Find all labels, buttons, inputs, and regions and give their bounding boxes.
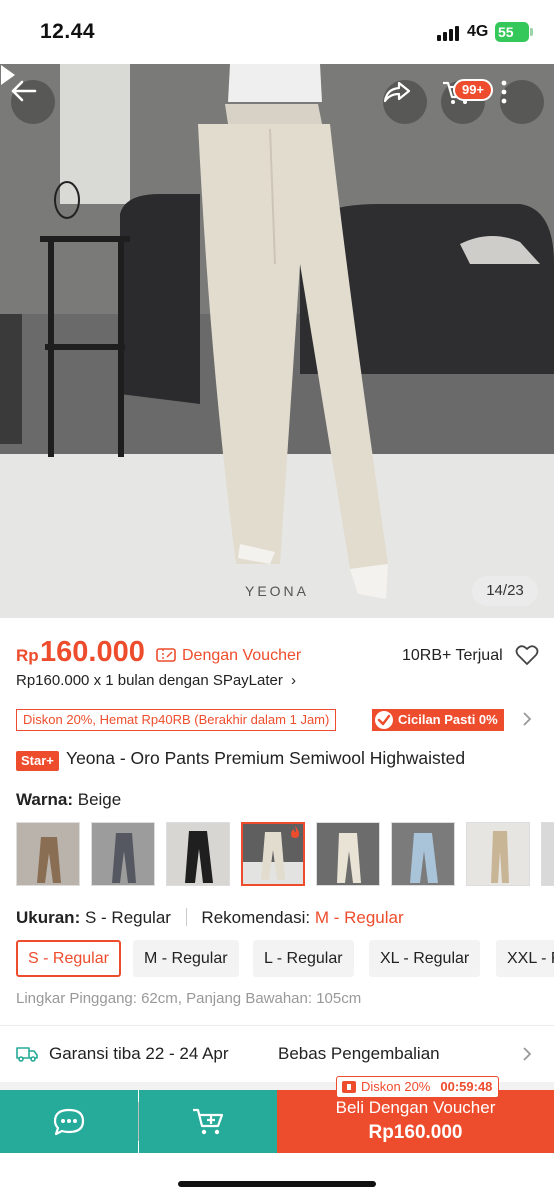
color-swatch[interactable] xyxy=(91,822,155,886)
status-bar: 12.44 4G 55 xyxy=(0,0,554,64)
promo-row[interactable]: Diskon 20%, Hemat Rp40RB (Berakhir dalam… xyxy=(16,709,540,731)
buy-button-price: Rp160.000 xyxy=(368,1122,463,1143)
size-option-selected[interactable]: S - Regular xyxy=(16,940,121,977)
add-cart-icon xyxy=(193,1108,224,1134)
price-currency: Rp xyxy=(16,646,39,665)
ticket-icon xyxy=(342,1081,356,1093)
home-indicator xyxy=(178,1181,376,1187)
more-options-button[interactable] xyxy=(500,80,544,124)
size-label: Ukuran: xyxy=(16,908,81,927)
chat-icon xyxy=(53,1108,85,1135)
share-button[interactable] xyxy=(383,80,427,124)
free-returns: Bebas Pengembalian xyxy=(278,1044,440,1063)
signal-icon xyxy=(437,25,463,41)
color-selected-value: Beige xyxy=(77,790,122,809)
share-icon xyxy=(383,81,411,103)
color-swatches xyxy=(16,822,554,888)
clock: 12.44 xyxy=(40,20,96,43)
price-amount: 160.000 xyxy=(40,636,145,668)
voucher-icon xyxy=(156,648,176,662)
color-swatch-selected[interactable] xyxy=(241,822,305,886)
sold-count: 10RB+ Terjual xyxy=(402,647,503,664)
color-swatch[interactable] xyxy=(391,822,455,886)
color-swatch[interactable] xyxy=(166,822,230,886)
size-option[interactable]: XXL - Regular xyxy=(496,940,554,977)
color-swatch[interactable] xyxy=(316,822,380,886)
more-vertical-icon xyxy=(501,80,507,104)
shipping-row[interactable]: Garansi tiba 22 - 24 Apr Bebas Pengembal… xyxy=(16,1042,540,1068)
chevron-right-icon xyxy=(523,712,532,726)
color-swatch[interactable] xyxy=(466,822,530,886)
countdown-timer: 00:59:48 xyxy=(440,1079,493,1094)
size-option[interactable]: L - Regular xyxy=(253,940,354,977)
product-image[interactable]: YEONA 14/23 xyxy=(0,64,554,618)
divider xyxy=(0,1025,554,1026)
size-options: S - Regular M - Regular L - Regular XL -… xyxy=(16,940,554,978)
recommendation-label: Rekomendasi: xyxy=(201,908,311,927)
discount-countdown: Diskon 20% 00:59:48 xyxy=(336,1076,500,1098)
cart-count-badge: 99+ xyxy=(453,79,493,101)
truck-icon xyxy=(16,1047,38,1062)
color-label-text: Warna: xyxy=(16,790,73,809)
size-selected-value: S - Regular xyxy=(84,908,171,927)
check-badge-icon xyxy=(375,711,393,729)
color-label: Warna: Beige xyxy=(16,790,121,810)
bottom-action-bar: Beli Dengan Voucher Rp160.000 xyxy=(0,1090,554,1153)
product-title: Yeona - Oro Pants Premium Semiwool Highw… xyxy=(66,748,466,768)
installment-tag: Cicilan Pasti 0% xyxy=(372,709,504,731)
flame-icon xyxy=(291,826,299,838)
size-option[interactable]: M - Regular xyxy=(133,940,239,977)
paylater-text: Rp160.000 x 1 bulan dengan SPayLater xyxy=(16,672,283,689)
installment-label: Cicilan Pasti 0% xyxy=(398,712,498,727)
battery-icon: 55 xyxy=(495,22,533,42)
size-option[interactable]: XL - Regular xyxy=(369,940,481,977)
paylater-info[interactable]: Rp160.000 x 1 bulan dengan SPayLater › xyxy=(16,672,296,689)
image-counter: 14/23 xyxy=(472,576,538,606)
discount-tag: Diskon 20%, Hemat Rp40RB (Berakhir dalam… xyxy=(16,709,337,731)
battery-level: 55 xyxy=(498,24,514,40)
brand-watermark: YEONA xyxy=(244,583,309,599)
chevron-right-icon xyxy=(523,1047,532,1061)
size-measurement: Lingkar Pinggang: 62cm, Panjang Bawahan:… xyxy=(16,990,362,1007)
divider xyxy=(185,908,187,926)
buy-with-voucher-button[interactable]: Beli Dengan Voucher Rp160.000 xyxy=(277,1090,554,1153)
chat-button[interactable] xyxy=(0,1090,138,1153)
size-label-row: Ukuran: S - Regular Rekomendasi: M - Reg… xyxy=(16,908,404,928)
chevron-right-icon: › xyxy=(291,672,297,689)
product-photo xyxy=(0,64,554,618)
price-row: Rp 160.000 Dengan Voucher 10RB+ Terjual xyxy=(16,636,540,672)
voucher-label[interactable]: Dengan Voucher xyxy=(182,647,301,665)
play-icon[interactable] xyxy=(0,64,16,86)
buy-button-label: Beli Dengan Voucher xyxy=(335,1098,496,1117)
recommendation-value: M - Regular xyxy=(314,908,404,927)
color-swatch[interactable] xyxy=(541,822,554,886)
color-swatch[interactable] xyxy=(16,822,80,886)
delivery-guarantee: Garansi tiba 22 - 24 Apr xyxy=(49,1044,229,1063)
back-button[interactable] xyxy=(11,80,55,124)
countdown-discount-label: Diskon 20% xyxy=(361,1079,431,1094)
network-type: 4G xyxy=(467,23,489,40)
heart-icon[interactable] xyxy=(515,644,539,666)
star-plus-badge: Star+ xyxy=(16,751,59,771)
add-to-cart-button[interactable] xyxy=(139,1090,277,1153)
